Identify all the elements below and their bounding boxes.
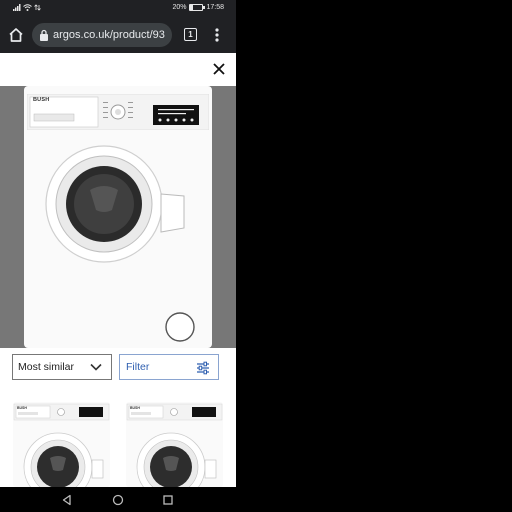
close-icon[interactable] xyxy=(212,62,226,76)
url-bar[interactable]: argos.co.uk/product/93 xyxy=(32,23,172,47)
sliders-icon xyxy=(197,361,209,375)
recents-square-icon[interactable] xyxy=(161,493,175,507)
home-circle-icon[interactable] xyxy=(111,493,125,507)
battery-percent: 20% xyxy=(172,4,187,11)
status-right: 20% 17:58 xyxy=(172,4,224,11)
home-icon[interactable] xyxy=(7,26,25,44)
chevron-down-icon xyxy=(90,363,102,371)
similar-product-thumbnail[interactable]: BUSH xyxy=(13,402,110,487)
tab-count: 1 xyxy=(188,30,193,39)
thumbnail-brand: BUSH xyxy=(130,406,140,410)
signal-icon xyxy=(13,4,21,11)
more-vert-icon[interactable] xyxy=(213,26,221,44)
lock-icon xyxy=(40,29,48,41)
filter-button[interactable]: Filter xyxy=(119,354,219,380)
wifi-icon xyxy=(23,4,32,11)
washing-machine-image: BUSH xyxy=(24,86,212,348)
sort-label: Most similar xyxy=(18,361,75,373)
thumbnail-brand: BUSH xyxy=(17,406,27,410)
page-content: BUSH Most similar Filter BUSH BUSH xyxy=(0,53,236,487)
thumbnail-washer-image xyxy=(13,403,110,487)
drum-door xyxy=(45,145,195,342)
status-left xyxy=(13,4,41,11)
battery-icon xyxy=(189,4,206,11)
status-time: 17:58 xyxy=(206,4,224,11)
url-text: argos.co.uk/product/93 xyxy=(53,29,165,41)
system-nav-bar xyxy=(0,487,236,512)
thumbnail-washer-image xyxy=(126,403,223,487)
data-transfer-icon xyxy=(34,4,41,11)
sort-dropdown[interactable]: Most similar xyxy=(12,354,112,380)
product-image-gallery[interactable]: BUSH xyxy=(0,86,236,348)
back-triangle-icon[interactable] xyxy=(60,493,74,507)
phone-screen: 20% 17:58 argos.co.uk/product/93 1 BUSH … xyxy=(0,0,236,512)
similar-product-thumbnail[interactable]: BUSH xyxy=(126,402,223,487)
browser-toolbar: argos.co.uk/product/93 1 xyxy=(0,17,236,53)
filter-label: Filter xyxy=(126,361,150,373)
status-bar: 20% 17:58 xyxy=(0,0,236,17)
tabs-icon[interactable]: 1 xyxy=(184,28,197,41)
product-brand-logo: BUSH xyxy=(33,97,50,103)
